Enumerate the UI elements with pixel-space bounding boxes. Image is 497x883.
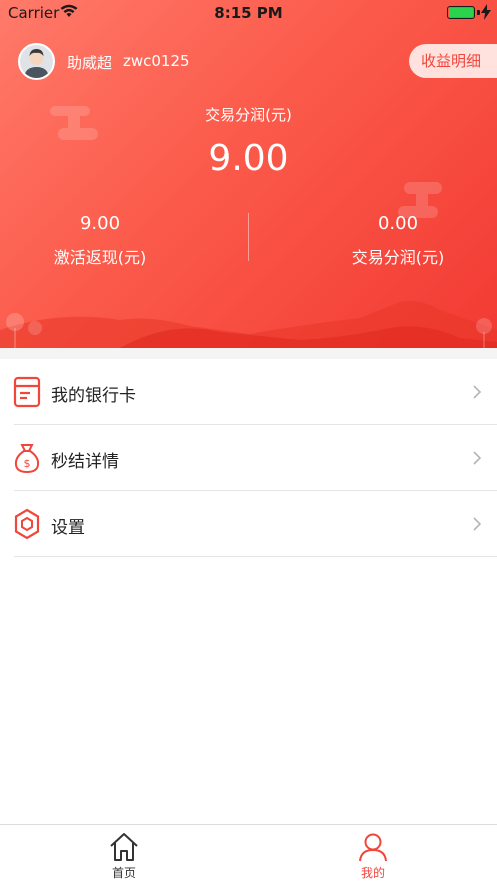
menu-item-bank-card[interactable]: 我的银行卡 (0, 359, 497, 425)
menu-item-label: 设置 (51, 518, 85, 538)
battery-icon (447, 6, 475, 19)
chevron-right-icon (473, 451, 481, 465)
screen: Carrier 8:15 PM 助威超 zwc0125 收益明细 交易分润(元)… (0, 0, 497, 883)
stats-divider (248, 213, 249, 261)
user-name: 助威超 (67, 54, 113, 72)
menu-list: 我的银行卡 $ 秒结详情 设置 (0, 359, 497, 557)
tab-bar: 首页 我的 (0, 824, 497, 883)
mountains-decoration (0, 301, 497, 348)
trade-profit-stat: 0.00 交易分润(元) (298, 213, 497, 268)
bank-card-icon (13, 376, 41, 408)
menu-item-settings[interactable]: 设置 (0, 491, 497, 557)
settings-hexagon-icon (14, 508, 40, 540)
activation-cashback-label: 激活返现(元) (53, 248, 147, 267)
trade-profit-stat-value: 0.00 (377, 213, 419, 234)
menu-item-label: 秒结详情 (51, 452, 119, 472)
menu-item-label: 我的银行卡 (51, 386, 136, 406)
section-separator (0, 348, 497, 359)
home-icon (110, 833, 138, 861)
profile-header: Carrier 8:15 PM 助威超 zwc0125 收益明细 交易分润(元)… (0, 0, 497, 348)
status-bar: Carrier 8:15 PM (0, 0, 497, 26)
menu-item-settlement-details[interactable]: $ 秒结详情 (0, 425, 497, 491)
charging-bolt-icon (481, 4, 491, 20)
activation-cashback-value: 9.00 (79, 213, 121, 234)
trade-profit-stat-label: 交易分润(元) (351, 248, 445, 267)
chevron-right-icon (473, 385, 481, 399)
tab-label: 我的 (360, 866, 385, 880)
user-icon (359, 833, 387, 862)
earnings-detail-button[interactable]: 收益明细 (409, 44, 497, 78)
trade-profit-value: 9.00 (208, 138, 289, 179)
tab-home[interactable]: 首页 (64, 825, 184, 883)
activation-cashback-stat: 9.00 激活返现(元) (0, 213, 200, 268)
svg-text:$: $ (24, 457, 31, 470)
battery-cap (477, 10, 480, 15)
user-account: zwc0125 (123, 52, 190, 70)
tab-mine[interactable]: 我的 (313, 825, 433, 883)
tab-label: 首页 (111, 866, 136, 880)
money-bag-icon: $ (14, 444, 40, 474)
trade-profit-label: 交易分润(元) (205, 106, 292, 124)
avatar[interactable] (18, 43, 55, 80)
clock-time: 8:15 PM (214, 4, 283, 22)
chevron-right-icon (473, 517, 481, 531)
